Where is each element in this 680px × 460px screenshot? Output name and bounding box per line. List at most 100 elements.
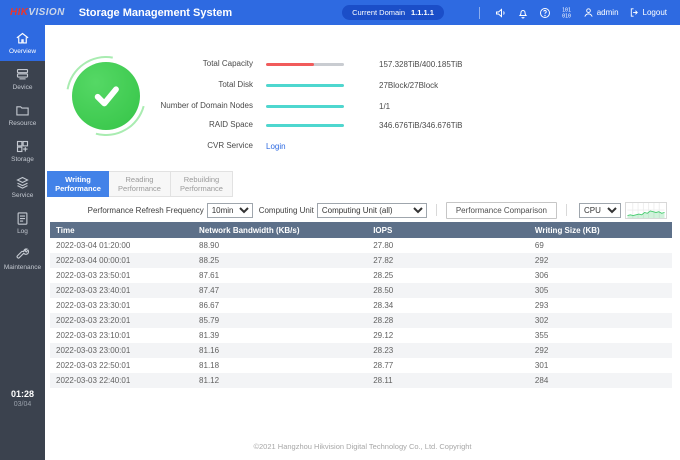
logout-button[interactable]: Logout xyxy=(624,0,672,25)
log-document-icon xyxy=(17,212,28,225)
clock-date: 03/04 xyxy=(13,401,32,408)
sidebar-item-label: Log xyxy=(17,228,28,235)
computing-unit-select[interactable]: Computing Unit (all) xyxy=(316,202,427,218)
nodes-bar xyxy=(266,104,344,108)
table-cell: 27.80 xyxy=(373,241,394,250)
sidebar-item-storage[interactable]: Storage xyxy=(0,133,45,169)
current-domain-pill[interactable]: Current Domain 1.1.1.1 xyxy=(342,5,444,20)
disk-usage-bar xyxy=(266,83,344,87)
operation-log-icon[interactable]: 101 010 xyxy=(556,0,578,25)
sidebar-item-label: Service xyxy=(11,192,34,199)
refresh-frequency-select[interactable]: 10min xyxy=(206,202,253,218)
table-cell: 2022-03-03 23:10:01 xyxy=(56,331,131,340)
table-cell: 306 xyxy=(534,271,549,280)
cvr-service-label: CVR Service xyxy=(207,141,253,150)
performance-table: Time Network Bandwidth (KB/s) IOPS Writing … xyxy=(50,222,672,388)
sidebar-item-service[interactable]: Service xyxy=(0,169,45,205)
sidebar-item-label: Storage xyxy=(11,156,34,163)
tab-rebuilding-performance[interactable]: Rebuilding Performance xyxy=(171,171,233,197)
svg-text:010: 010 xyxy=(562,13,571,19)
sidebar-item-label: Maintenance xyxy=(3,264,42,271)
table-row: 2022-03-03 23:50:01 87.61 28.25 306 xyxy=(50,268,672,283)
table-cell: 87.61 xyxy=(199,271,220,280)
table-cell: 86.67 xyxy=(199,301,220,310)
controls-divider xyxy=(435,204,437,216)
help-icon[interactable] xyxy=(534,0,556,25)
stat-label: Total Capacity xyxy=(202,59,253,68)
table-row: 2022-03-03 23:20:01 85.79 28.28 302 xyxy=(50,313,672,328)
table-column-header: IOPS xyxy=(367,222,529,238)
performance-comparison-button[interactable]: Performance Comparison xyxy=(445,201,557,219)
table-header-row: Time Network Bandwidth (KB/s) IOPS Writing … xyxy=(50,222,672,238)
sidebar-item-overview[interactable]: Overview xyxy=(0,25,45,61)
table-cell: 88.25 xyxy=(199,256,220,265)
perf-table-body: 2022-03-04 01:20:00 88.90 27.80 69 2022-03-0… xyxy=(50,238,672,388)
home-icon xyxy=(16,32,29,44)
table-cell: 28.28 xyxy=(373,316,394,325)
table-cell: 305 xyxy=(534,286,549,295)
folder-icon xyxy=(16,106,29,116)
stat-total-disk: Total Disk 27Block/27Block xyxy=(157,80,462,90)
table-cell: 2022-03-03 23:20:01 xyxy=(56,316,131,325)
table-row: 2022-03-03 23:10:01 81.39 29.12 355 xyxy=(50,328,672,343)
cvr-login-link[interactable]: Login xyxy=(266,142,286,151)
refresh-frequency-label: Performance Refresh Frequency xyxy=(87,205,204,215)
server-icon xyxy=(16,68,29,80)
stat-raid-space: RAID Space 346.676TiB/346.676TiB xyxy=(157,120,463,130)
table-cell: 28.25 xyxy=(373,271,394,280)
table-cell: 2022-03-03 22:40:01 xyxy=(56,376,131,385)
sidebar-clock: 01:28 03/04 xyxy=(0,389,45,408)
table-column-header: Writing Size (KB) xyxy=(528,222,672,238)
raid-usage-bar xyxy=(266,123,344,127)
sidebar-item-device[interactable]: Device xyxy=(0,61,45,97)
notification-bell-icon[interactable] xyxy=(512,0,534,25)
storage-stats: Total Capacity 157.328TiB/400.185TiB Tot… xyxy=(157,59,463,151)
stat-value: 346.676TiB/346.676TiB xyxy=(379,120,463,130)
stat-value: 27Block/27Block xyxy=(379,80,439,90)
table-cell: 292 xyxy=(534,346,549,355)
tab-reading-performance[interactable]: Reading Performance xyxy=(109,171,171,197)
table-cell: 88.90 xyxy=(199,241,220,250)
sidebar-item-log[interactable]: Log xyxy=(0,205,45,241)
sidebar-item-maintenance[interactable]: Maintenance xyxy=(0,241,45,277)
metric-select[interactable]: CPU xyxy=(579,202,621,218)
hikvision-logo: HIKVISION xyxy=(10,7,65,18)
table-cell: 28.77 xyxy=(373,361,394,370)
announcement-icon[interactable] xyxy=(490,0,512,25)
stat-value: 1/1 xyxy=(379,101,391,111)
page-title: Storage Management System xyxy=(78,6,233,19)
sidebar-item-label: Resource xyxy=(8,120,37,127)
table-cell: 28.34 xyxy=(373,301,394,310)
table-cell: 2022-03-04 01:20:00 xyxy=(56,241,131,250)
stat-value: 157.328TiB/400.185TiB xyxy=(379,59,463,69)
sidebar-item-label: Overview xyxy=(8,48,37,55)
computing-unit-label: Computing Unit xyxy=(258,205,314,215)
table-cell: 302 xyxy=(534,316,549,325)
table-cell: 27.82 xyxy=(373,256,394,265)
performance-tabs: Writing Performance Reading Performance … xyxy=(47,171,233,197)
sidebar-item-resource[interactable]: Resource xyxy=(0,97,45,133)
table-cell: 69 xyxy=(534,241,544,250)
svg-text:101: 101 xyxy=(562,7,571,13)
logout-label: Logout xyxy=(642,8,667,17)
table-cell: 2022-03-03 22:50:01 xyxy=(56,361,131,370)
table-cell: 28.23 xyxy=(373,346,394,355)
tab-writing-performance[interactable]: Writing Performance xyxy=(47,171,109,197)
sidebar-nav: Overview Device Resource Storage Service… xyxy=(0,25,45,460)
user-menu[interactable]: admin xyxy=(578,0,624,25)
health-status-ok-icon xyxy=(72,62,140,130)
table-row: 2022-03-03 22:40:01 81.12 28.11 284 xyxy=(50,373,672,388)
table-cell: 284 xyxy=(534,376,549,385)
table-cell: 2022-03-03 23:40:01 xyxy=(56,286,131,295)
table-cell: 81.16 xyxy=(199,346,220,355)
top-bar: HIKVISION Storage Management System Curr… xyxy=(0,0,680,25)
table-column-header: Network Bandwidth (KB/s) xyxy=(193,222,368,238)
table-cell: 355 xyxy=(534,331,549,340)
table-cell: 2022-03-03 23:50:01 xyxy=(56,271,131,280)
table-column-header: Time xyxy=(50,222,194,238)
storage-blocks-icon xyxy=(16,140,29,153)
table-row: 2022-03-04 01:20:00 88.90 27.80 69 xyxy=(50,238,672,253)
table-cell: 87.47 xyxy=(199,286,220,295)
storage-management-app: HIKVISION Storage Management System Curr… xyxy=(0,0,680,460)
logout-icon xyxy=(630,8,638,17)
